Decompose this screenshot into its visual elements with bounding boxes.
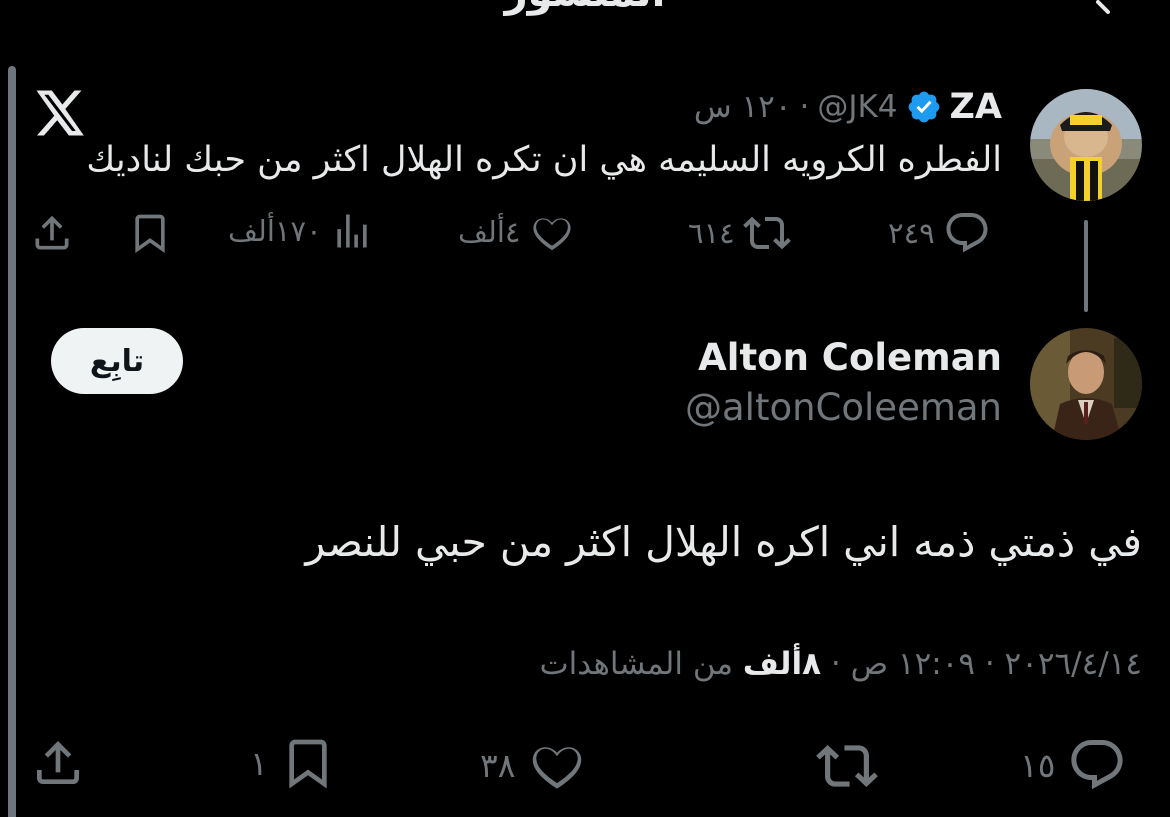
author-handle[interactable]: @JK4 bbox=[817, 89, 897, 125]
views-button[interactable]: ١٧٠ألف bbox=[228, 209, 374, 253]
heart-icon bbox=[532, 218, 571, 251]
bookmark-button[interactable]: ١ bbox=[250, 735, 336, 791]
tweet-date[interactable]: ٢٠٢٦/٤/١٤ bbox=[1005, 646, 1142, 682]
author-handle[interactable]: @altonColeeman bbox=[685, 386, 1002, 429]
views-count[interactable]: ٨ألف bbox=[743, 646, 821, 682]
bookmark-button[interactable] bbox=[128, 211, 172, 255]
reply-button[interactable]: ١٥ bbox=[1020, 735, 1127, 795]
avatar[interactable] bbox=[1030, 89, 1142, 201]
repost-icon bbox=[742, 216, 791, 250]
quoted-tweet-text[interactable]: الفطره الكرويه السليمه هي ان تكره الهلال… bbox=[82, 136, 1002, 184]
tweet-time[interactable]: ١٢:٠٩ ص bbox=[851, 646, 975, 682]
share-icon bbox=[37, 741, 79, 784]
views-label: من المشاهدات bbox=[539, 646, 734, 682]
tweet-actions: ١ ٣٨ ١٥ bbox=[0, 735, 1170, 795]
repost-button[interactable]: ٦١٤ bbox=[688, 209, 791, 257]
reposts-count: ٦١٤ bbox=[688, 216, 735, 250]
share-button[interactable] bbox=[30, 735, 86, 791]
tweet-meta: ٢٠٢٦/٤/١٤ · ١٢:٠٩ ص · ٨ألف من المشاهدات bbox=[539, 646, 1142, 682]
like-button[interactable]: ٤ألف bbox=[458, 209, 575, 255]
separator-dot: · bbox=[799, 89, 810, 125]
page-title: المنشور bbox=[0, 0, 1170, 16]
follow-button[interactable]: تابِع bbox=[51, 328, 183, 394]
likes-count: ٤ألف bbox=[458, 215, 521, 249]
author-name[interactable]: ZA bbox=[950, 87, 1002, 127]
bookmark-icon bbox=[289, 739, 327, 789]
avatar[interactable] bbox=[1030, 328, 1142, 440]
quoted-tweet-header: ZA @JK4 · ١٢٠ س bbox=[694, 82, 1002, 132]
post-page: المنشور ZA @JK4 · ١٢٠ س الفطره bbox=[0, 0, 1170, 817]
heart-icon bbox=[533, 747, 582, 789]
reply-bubble-icon bbox=[1071, 740, 1124, 790]
x-logo-icon bbox=[36, 90, 84, 136]
reply-button[interactable]: ٢٤٩ bbox=[888, 209, 991, 257]
bookmarks-count: ١ bbox=[250, 743, 268, 783]
thread-connector bbox=[1084, 220, 1088, 312]
tweet-text[interactable]: في ذمتي ذمه اني اكره الهلال اكثر من حبي … bbox=[42, 512, 1142, 572]
views-count: ١٧٠ألف bbox=[228, 214, 322, 248]
separator-dot: · bbox=[984, 646, 995, 682]
share-button[interactable] bbox=[30, 211, 74, 255]
share-icon bbox=[35, 215, 69, 250]
repost-button[interactable] bbox=[816, 735, 878, 797]
replies-count: ٢٤٩ bbox=[888, 216, 935, 250]
reply-bubble-icon bbox=[946, 213, 988, 253]
like-button[interactable]: ٣٨ bbox=[480, 735, 587, 795]
scrollbar[interactable] bbox=[8, 66, 16, 817]
replies-count: ١٥ bbox=[1020, 745, 1056, 785]
tweet-time[interactable]: ١٢٠ س bbox=[694, 89, 792, 125]
back-arrow-icon[interactable] bbox=[1094, 0, 1130, 18]
author-name[interactable]: Alton Coleman bbox=[698, 336, 1002, 379]
bookmark-icon bbox=[135, 214, 165, 254]
quoted-tweet-actions: ١٧٠ألف ٤ألف ٦١٤ ٢٤٩ bbox=[30, 205, 1010, 255]
verified-badge-icon bbox=[908, 91, 939, 123]
separator-dot: · bbox=[830, 646, 841, 682]
likes-count: ٣٨ bbox=[480, 745, 516, 785]
views-chart-icon bbox=[336, 214, 367, 248]
repost-icon bbox=[816, 745, 878, 787]
